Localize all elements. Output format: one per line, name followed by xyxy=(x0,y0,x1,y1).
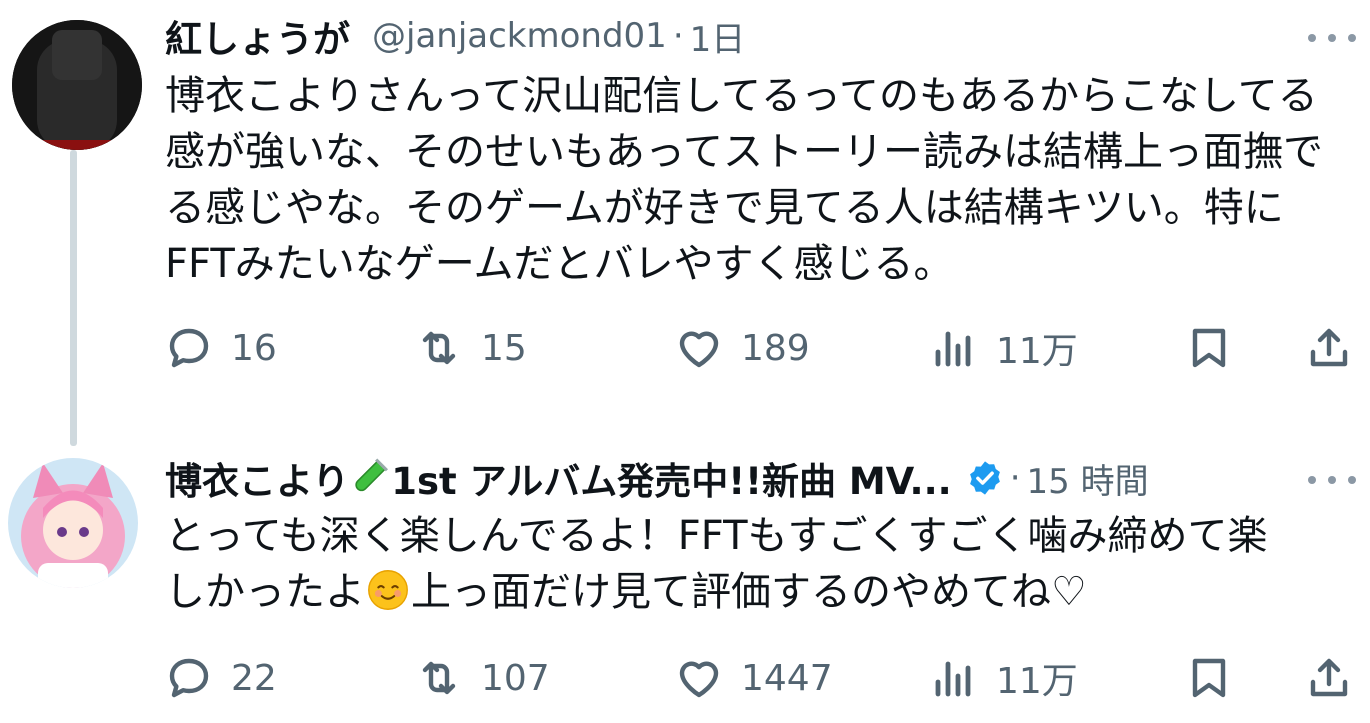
display-name-suffix[interactable]: 1st アルバム発売中!!新曲 MV... xyxy=(391,451,951,505)
smiling-face-icon xyxy=(368,570,408,610)
bookmark-button[interactable] xyxy=(1185,648,1233,708)
retweet-count: 107 xyxy=(481,657,550,699)
reply-count: 22 xyxy=(231,657,277,699)
reply-button[interactable]: 22 xyxy=(165,648,277,708)
avatar[interactable] xyxy=(8,458,138,588)
verified-icon xyxy=(969,461,1000,495)
test-tube-icon xyxy=(355,458,389,492)
share-button[interactable] xyxy=(1305,648,1353,708)
like-button[interactable]: 1447 xyxy=(675,648,833,708)
tweet-header: 博衣こより 1st アルバム発売中!!新曲 MV... · 15 時間 xyxy=(165,450,1149,506)
share-icon xyxy=(1310,658,1348,697)
separator: · xyxy=(1009,458,1021,498)
like-icon xyxy=(679,661,719,698)
timestamp[interactable]: 15 時間 xyxy=(1027,454,1149,503)
views-icon xyxy=(935,661,971,697)
reply-icon xyxy=(169,658,209,698)
display-name[interactable]: 博衣こより xyxy=(165,451,349,505)
action-bar: 22 107 1447 11万 xyxy=(165,648,1365,708)
retweet-icon xyxy=(422,661,456,695)
tweet-text-part: 上っ面だけ見て評価するのやめてね♡ xyxy=(411,569,1087,615)
like-count: 1447 xyxy=(741,657,833,699)
views-button[interactable]: 11万 xyxy=(930,648,1078,708)
more-icon[interactable] xyxy=(1308,468,1356,492)
tweet[interactable]: 博衣こより 1st アルバム発売中!!新曲 MV... · 15 時間 とっても… xyxy=(0,0,1370,723)
tweet-text: とっても深く楽しんでるよ！FFTもすごくすごく噛み締めて楽 しかったよ 上っ面だけ… xyxy=(165,508,1360,620)
retweet-button[interactable]: 107 xyxy=(415,648,550,708)
views-count: 11万 xyxy=(996,661,1078,702)
bookmark-icon xyxy=(1192,658,1226,698)
